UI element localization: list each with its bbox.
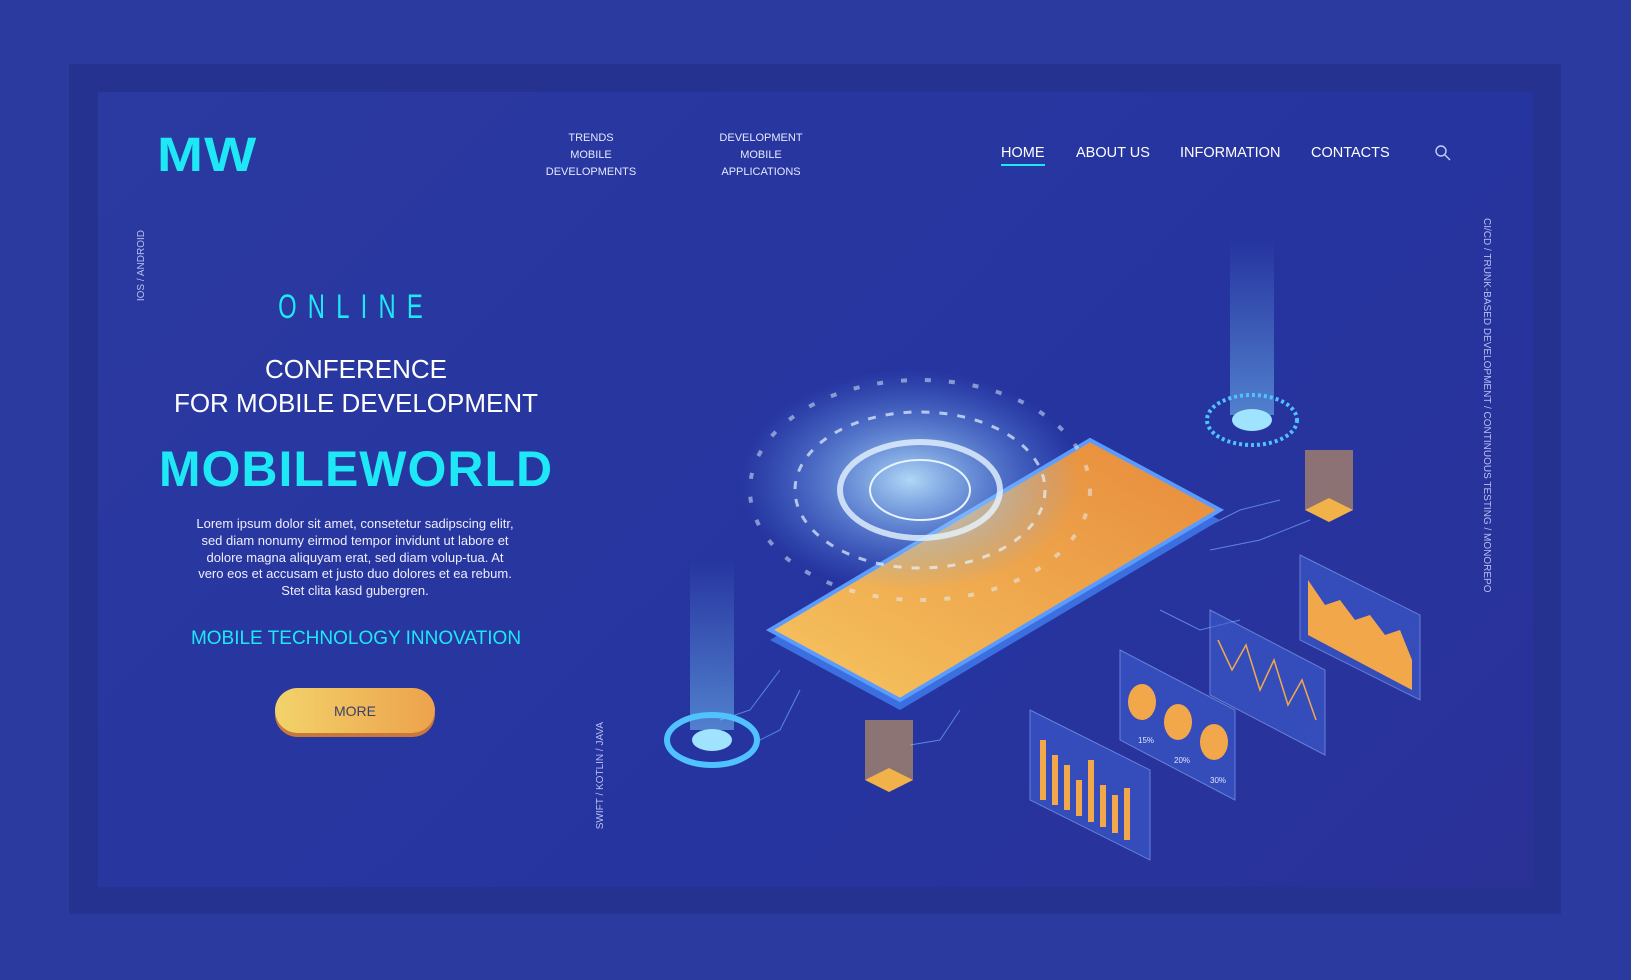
side-label-platforms: IOS / ANDROID [136,230,147,302]
subnav-line: MOBILE [570,149,612,161]
hero-eyebrow: ONLINE [278,288,434,326]
light-beam-left [664,560,760,768]
cube-small-bottom [865,720,913,792]
subnav-line: DEVELOPMENTS [545,166,637,178]
pie-label: 15% [1138,736,1154,745]
isometric-illustration: 15% 20% 30% [664,240,1421,861]
pie-label: 20% [1174,756,1190,765]
cube-small-right [1305,450,1353,522]
search-icon[interactable] [1434,144,1452,162]
nav-contacts[interactable]: CONTACTS [1311,145,1390,161]
subnav-trends[interactable]: TRENDS MOBILE DEVELOPMENTS [521,130,661,181]
hero-subtitle-line: CONFERENCE [264,354,447,384]
nav-about-us[interactable]: ABOUT US [1076,145,1150,161]
nav-information[interactable]: INFORMATION [1180,145,1280,161]
hero-body: Lorem ipsum dolor sit amet, consetetur s… [196,516,514,599]
subnav-development[interactable]: DEVELOPMENT MOBILE APPLICATIONS [691,130,831,181]
hero-tagline: MOBILE TECHNOLOGY INNOVATION [190,628,522,649]
subnav-line: DEVELOPMENT [719,132,803,144]
subnav-line: APPLICATIONS [721,166,801,178]
subnav-line: MOBILE [740,149,782,161]
hologram-glow [740,370,1080,590]
more-button[interactable]: MORE [275,688,435,733]
pie-label: 30% [1210,776,1226,785]
hero-subtitle-line: FOR MOBILE DEVELOPMENT [173,388,539,418]
side-label-practices: CI/CD / TRUNK-BASED DEVELOPMENT / CONTIN… [1481,218,1492,593]
subnav-line: TRENDS [568,132,614,144]
light-beam-right [1205,240,1299,447]
logo[interactable]: MW [157,128,257,183]
side-label-languages: SWIFT / KOTLIN / JAVA [595,722,606,830]
hero-title: MOBILEWORLD [158,441,554,497]
hero-subtitle: CONFERENCE FOR MOBILE DEVELOPMENT [146,352,566,420]
nav-home[interactable]: HOME [1001,145,1045,166]
